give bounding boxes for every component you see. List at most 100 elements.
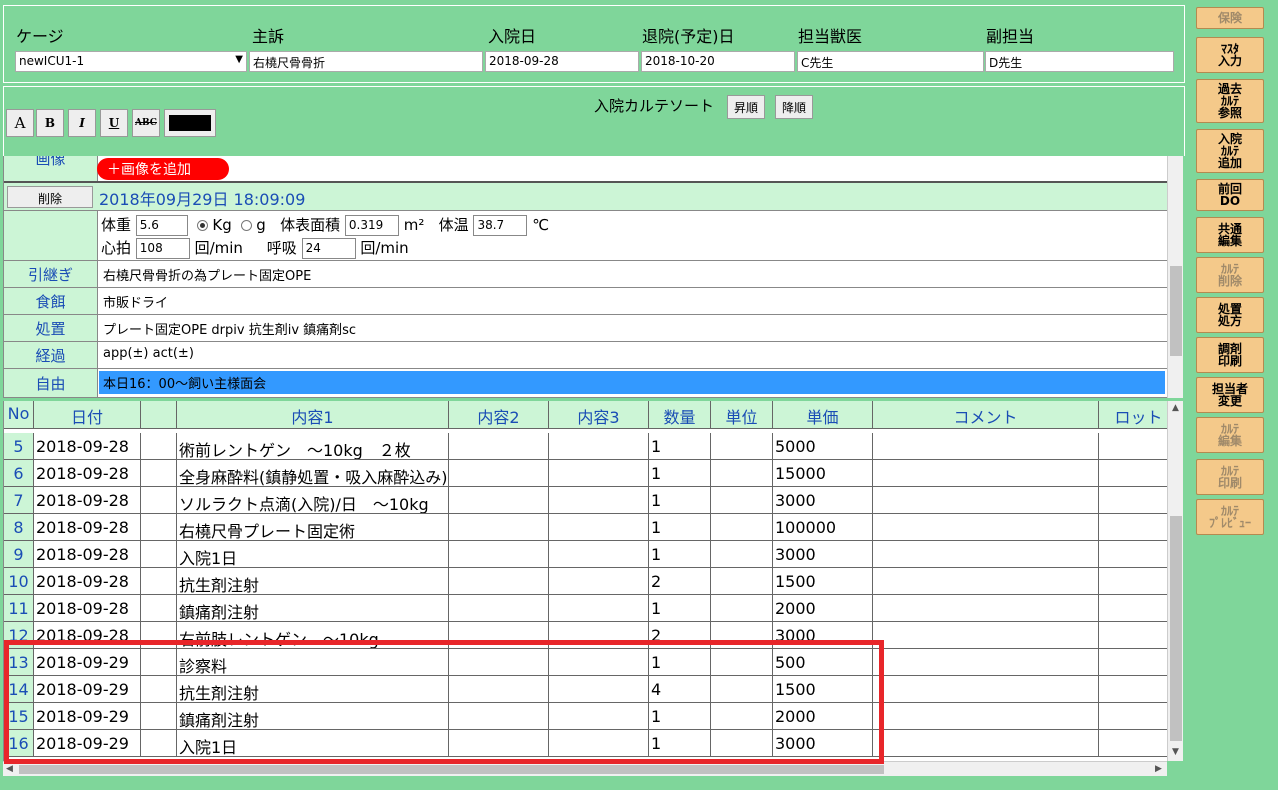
feeding-field[interactable]: 市販ドライ bbox=[99, 288, 1167, 314]
row-content1: 術前レントゲン ～10kg ２枚 bbox=[177, 433, 449, 460]
side-button-11[interactable]: ｶﾙﾃ 印刷 bbox=[1196, 459, 1264, 495]
row-comment bbox=[873, 730, 1099, 757]
side-button-3[interactable]: 入院 ｶﾙﾃ 追加 bbox=[1196, 129, 1264, 173]
table-scrollbar[interactable]: ▲ ▼ bbox=[1167, 401, 1183, 761]
row-unit bbox=[711, 595, 773, 622]
font-size-button[interactable]: A bbox=[6, 109, 34, 137]
row-unit bbox=[711, 460, 773, 487]
sub-vet-field[interactable]: D先生 bbox=[985, 51, 1174, 72]
side-button-6[interactable]: ｶﾙﾃ 削除 bbox=[1196, 257, 1264, 293]
scroll-down-icon[interactable]: ▼ bbox=[1172, 747, 1179, 757]
treatment-field[interactable]: プレート固定OPE drpiv 抗生剤iv 鎮痛剤sc bbox=[99, 315, 1167, 341]
row-no[interactable]: 8 bbox=[4, 514, 34, 541]
rr-label: 呼吸 bbox=[266, 239, 297, 257]
row-no[interactable]: 10 bbox=[4, 568, 34, 595]
table-hscrollbar-thumb[interactable] bbox=[19, 765, 884, 774]
handover-row: 引継ぎ 右橈尺骨骨折の為プレート固定OPE bbox=[4, 261, 1167, 288]
toolbar-panel: A B I U ABC 入院カルテソート 昇順 降順 bbox=[3, 86, 1185, 156]
underline-button[interactable]: U bbox=[100, 109, 128, 137]
side-button-8[interactable]: 調剤 印刷 bbox=[1196, 337, 1264, 373]
row-price: 3000 bbox=[773, 487, 873, 514]
row-content3 bbox=[549, 595, 649, 622]
col-blank bbox=[141, 401, 177, 429]
color-picker-button[interactable] bbox=[164, 109, 216, 137]
row-blank bbox=[141, 595, 177, 622]
row-lot bbox=[1099, 595, 1167, 622]
free-field[interactable]: 本日16：00～飼い主様面会 bbox=[99, 371, 1165, 394]
col-content2: 内容2 bbox=[449, 401, 549, 429]
side-button-1[interactable]: ﾏｽﾀ 入力 bbox=[1196, 37, 1264, 73]
admission-date-field[interactable]: 2018-09-28 bbox=[485, 51, 639, 72]
row-content3 bbox=[549, 460, 649, 487]
row-lot bbox=[1099, 514, 1167, 541]
row-no[interactable]: 9 bbox=[4, 541, 34, 568]
side-button-0[interactable]: 保険 bbox=[1196, 7, 1264, 29]
cage-select[interactable]: newICU1-1 bbox=[15, 51, 247, 72]
row-blank bbox=[141, 460, 177, 487]
row-content2 bbox=[449, 568, 549, 595]
delete-entry-button[interactable]: 削除 bbox=[7, 186, 93, 208]
handover-field[interactable]: 右橈尺骨骨折の為プレート固定OPE bbox=[99, 261, 1167, 287]
discharge-label: 退院(予定)日 bbox=[642, 27, 735, 46]
italic-button[interactable]: I bbox=[68, 109, 96, 137]
rr-input[interactable]: 24 bbox=[301, 238, 356, 259]
row-content3 bbox=[549, 433, 649, 460]
side-button-4[interactable]: 前回 DO bbox=[1196, 179, 1264, 211]
side-button-12[interactable]: ｶﾙﾃ ﾌﾟﾚﾋﾞｭｰ bbox=[1196, 499, 1264, 535]
row-lot bbox=[1099, 433, 1167, 460]
temp-label: 体温 bbox=[438, 216, 469, 234]
row-no[interactable]: 6 bbox=[4, 460, 34, 487]
form-scrollbar[interactable] bbox=[1167, 156, 1183, 398]
row-qty: 1 bbox=[649, 514, 711, 541]
bold-button[interactable]: B bbox=[36, 109, 64, 137]
row-price: 100000 bbox=[773, 514, 873, 541]
scroll-up-icon[interactable]: ▲ bbox=[1172, 403, 1179, 413]
side-button-7[interactable]: 処置 処方 bbox=[1196, 297, 1264, 333]
free-row: 自由 本日16：00～飼い主様面会 bbox=[4, 369, 1167, 398]
temp-input[interactable]: 38.7 bbox=[473, 215, 528, 236]
row-content1: 入院1日 bbox=[177, 541, 449, 568]
scroll-left-icon[interactable]: ◀ bbox=[6, 764, 13, 774]
sort-desc-button[interactable]: 降順 bbox=[775, 95, 814, 119]
hr-input[interactable]: 108 bbox=[135, 238, 190, 259]
table-scrollbar-thumb[interactable] bbox=[1170, 516, 1182, 741]
row-comment bbox=[873, 703, 1099, 730]
row-date: 2018-09-28 bbox=[34, 487, 141, 514]
vitals-row: 体重 5.6 Kg g 体表面積 0.319 m² 体温 38.7 ℃ 心拍 1… bbox=[4, 211, 1167, 261]
discharge-date-field[interactable]: 2018-10-20 bbox=[641, 51, 795, 72]
sort-label: 入院カルテソート bbox=[594, 97, 715, 115]
side-button-5[interactable]: 共通 編集 bbox=[1196, 217, 1264, 253]
image-label: 画像 bbox=[4, 156, 98, 181]
kg-radio[interactable] bbox=[196, 220, 208, 231]
row-comment bbox=[873, 568, 1099, 595]
row-comment bbox=[873, 541, 1099, 568]
treatment-row: 処置 プレート固定OPE drpiv 抗生剤iv 鎮痛剤sc bbox=[4, 315, 1167, 342]
sort-asc-button[interactable]: 昇順 bbox=[727, 95, 766, 119]
row-no[interactable]: 11 bbox=[4, 595, 34, 622]
row-comment bbox=[873, 514, 1099, 541]
side-button-2[interactable]: 過去 ｶﾙﾃ 参照 bbox=[1196, 79, 1264, 123]
weight-input[interactable]: 5.6 bbox=[135, 215, 188, 236]
scroll-right-icon[interactable]: ▶ bbox=[1155, 764, 1162, 774]
row-date: 2018-09-28 bbox=[34, 460, 141, 487]
rr-unit: 回/min bbox=[360, 239, 409, 257]
row-price: 3000 bbox=[773, 541, 873, 568]
side-button-10[interactable]: ｶﾙﾃ 編集 bbox=[1196, 417, 1264, 453]
complaint-field[interactable]: 右橈尺骨骨折 bbox=[249, 51, 483, 72]
vet-field[interactable]: C先生 bbox=[797, 51, 984, 72]
bsa-input[interactable]: 0.319 bbox=[344, 215, 399, 236]
vet-label: 担当獣医 bbox=[798, 27, 863, 46]
g-radio[interactable] bbox=[240, 220, 252, 231]
row-no[interactable]: 5 bbox=[4, 433, 34, 460]
side-button-9[interactable]: 担当者 変更 bbox=[1196, 377, 1264, 413]
vitals-line-1: 体重 5.6 Kg g 体表面積 0.319 m² 体温 38.7 ℃ bbox=[101, 214, 549, 236]
row-blank bbox=[141, 487, 177, 514]
row-content2 bbox=[449, 514, 549, 541]
add-image-button[interactable]: ＋画像を追加 bbox=[97, 158, 229, 180]
row-content3 bbox=[549, 541, 649, 568]
form-scrollbar-thumb[interactable] bbox=[1170, 266, 1182, 356]
strikethrough-button[interactable]: ABC bbox=[132, 109, 160, 137]
row-unit bbox=[711, 568, 773, 595]
row-no[interactable]: 7 bbox=[4, 487, 34, 514]
progress-field[interactable]: app(±) act(±) bbox=[99, 342, 1167, 368]
